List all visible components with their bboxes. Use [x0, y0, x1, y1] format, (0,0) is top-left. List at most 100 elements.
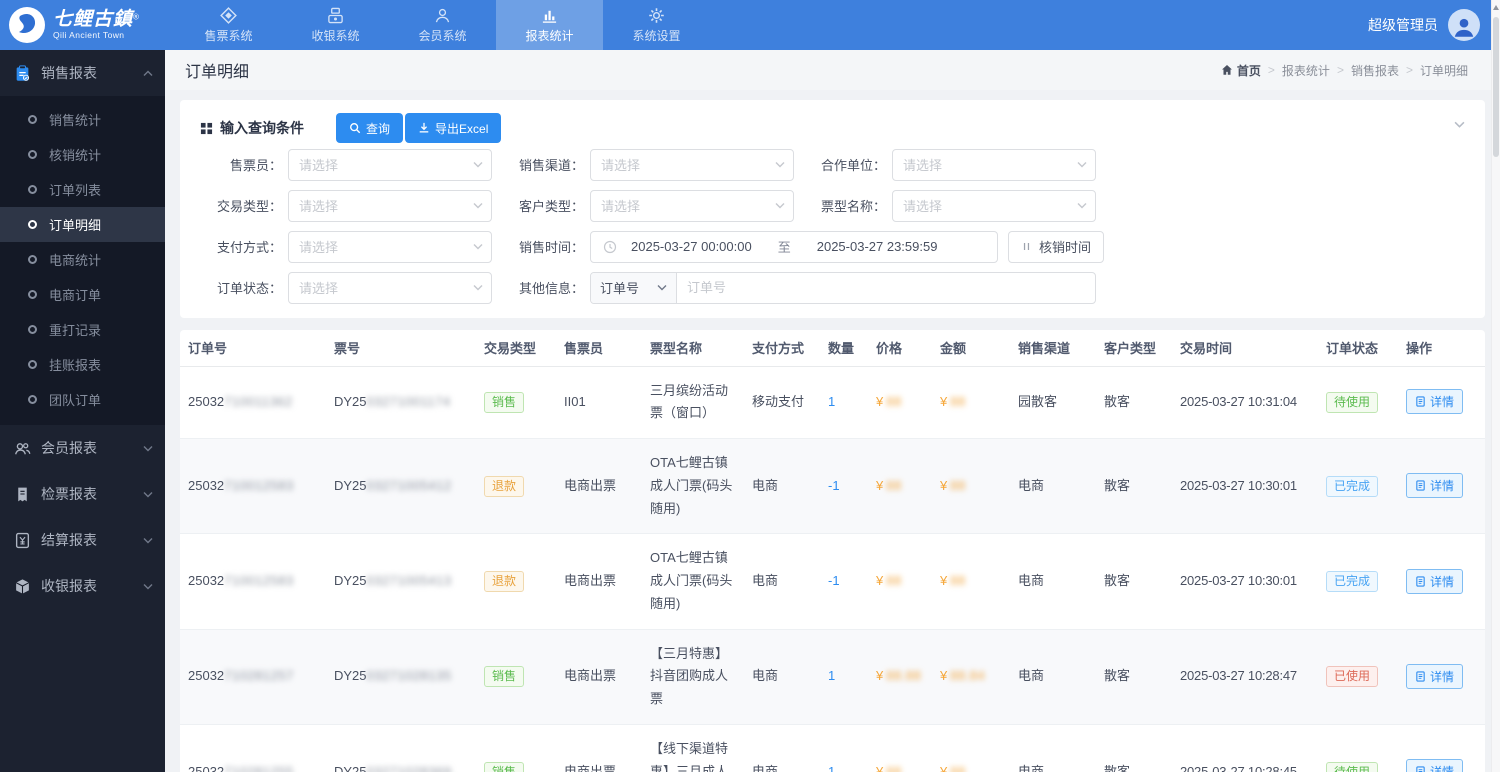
search-button[interactable]: 查询 — [336, 113, 404, 143]
cell-price: ¥88.88 — [868, 629, 932, 725]
sidebar-section-5[interactable]: 收银报表 — [0, 563, 165, 609]
breadcrumb-home[interactable]: 首页 — [1221, 62, 1261, 79]
sidebar-item-2[interactable]: 核销统计 — [0, 137, 165, 172]
order-masked: 710012583 — [224, 573, 294, 588]
quantity-value: -1 — [828, 573, 840, 588]
sidebar-section-4[interactable]: 结算报表 — [0, 517, 165, 563]
quantity-value: 1 — [828, 763, 836, 772]
bullet-icon — [28, 395, 37, 404]
order-masked: 710281255 — [224, 763, 294, 772]
detail-button[interactable]: 详情 — [1406, 473, 1464, 499]
sidebar-item-3[interactable]: 订单列表 — [0, 172, 165, 207]
cell-product-name: 【三月特惠】抖音团购成人票 — [642, 629, 744, 725]
nav-item-3[interactable]: 会员系统 — [389, 0, 496, 50]
detail-button[interactable]: 详情 — [1406, 389, 1464, 415]
sidebar-item-7[interactable]: 重打记录 — [0, 312, 165, 347]
pay-method-select[interactable]: 请选择 — [288, 230, 492, 263]
sale-time-label: 销售时间： — [518, 240, 584, 255]
cell-price: ¥88 — [868, 366, 932, 439]
sidebar-section-2[interactable]: 会员报表 — [0, 425, 165, 471]
detail-button[interactable]: 详情 — [1406, 759, 1464, 772]
nav-item-label: 售票系统 — [204, 28, 253, 43]
field-label: 销售渠道： — [518, 158, 584, 173]
nav-item-1[interactable]: 售票系统 — [175, 0, 282, 50]
sidebar: 销售报表销售统计核销统计订单列表 订单明细 电商统计 电商订单 重打记录 挂账报表 团队订单… — [0, 50, 165, 772]
sidebar-item-label: 销售统计 — [49, 113, 102, 128]
query-select-4[interactable]: 请选择 — [288, 189, 492, 222]
chevron-down-icon — [775, 202, 785, 209]
nav-item-4[interactable]: 报表统计 — [496, 0, 603, 50]
cell-customer-type: 散客 — [1096, 629, 1172, 725]
nav-item-2[interactable]: 收银系统 — [282, 0, 389, 50]
query-select-6[interactable]: 请选择 — [892, 189, 1096, 222]
order-prefix: 25032 — [188, 763, 225, 772]
table-row: 25032710012583 DY2503271005412 退款 电商出票 OTA七鲤… — [180, 438, 1485, 535]
query-field-3: 合作单位： 请选择 — [804, 148, 1106, 181]
cell-channel: 电商 — [1010, 438, 1096, 535]
bullet-icon — [28, 115, 37, 124]
cell-product-name: 【线下渠道特惠】三月成人票 — [642, 724, 744, 772]
toggle-icon — [1023, 242, 1030, 251]
currency-symbol: ¥ — [876, 477, 884, 493]
select-placeholder: 请选择 — [903, 199, 943, 214]
avatar[interactable] — [1448, 9, 1480, 41]
query-select-5[interactable]: 请选择 — [590, 189, 794, 222]
order-prefix: 25032 — [188, 477, 225, 493]
column-header: 售票员 — [556, 330, 642, 367]
currency-symbol: ¥ — [876, 573, 884, 588]
nav-item-5[interactable]: 系统设置 — [603, 0, 710, 50]
query-title: 输入查询条件 — [200, 118, 304, 138]
sidebar-item-6[interactable]: 电商订单 — [0, 277, 165, 312]
table-row: 25032710281255 DY2503271028369 销售 电商出票 【线下渠道… — [180, 724, 1485, 772]
cell-amount: ¥88 — [932, 438, 1010, 535]
sidebar-item-9[interactable]: 团队订单 — [0, 382, 165, 417]
scrollbar-thumb[interactable] — [1493, 17, 1499, 157]
cell-product-name: OTA七鲤古镇成人门票(码头随用) — [642, 533, 744, 630]
user-name[interactable]: 超级管理员 — [1368, 15, 1438, 35]
order-number-input[interactable] — [677, 272, 1095, 303]
query-buttons: 查询 导出Excel — [336, 113, 502, 143]
verify-time-button[interactable]: 核销时间 — [1008, 230, 1105, 263]
detail-button[interactable]: 详情 — [1406, 663, 1464, 689]
sidebar-item-1[interactable]: 销售统计 — [0, 102, 165, 137]
bullet-icon — [28, 185, 37, 194]
cell-amount: ¥88 — [932, 724, 1010, 772]
breadcrumb-item: 首页 — [1236, 63, 1261, 78]
query-select-2[interactable]: 请选择 — [590, 148, 794, 181]
other-info-type-select[interactable]: 订单号 — [591, 272, 677, 303]
sidebar-section-1[interactable]: 销售报表 — [0, 50, 165, 96]
menu-section: 会员报表 — [0, 425, 165, 471]
scrollbar-up-arrow[interactable] — [1492, 0, 1500, 15]
column-header: 订单号 — [180, 330, 326, 367]
cell-amount: ¥88.84 — [932, 629, 1010, 725]
brand[interactable]: 七鲤古鎮® Qili Ancient Town — [0, 0, 175, 50]
detail-button[interactable]: 详情 — [1406, 568, 1464, 594]
breadcrumb-item[interactable]: 订单明细 — [1420, 62, 1468, 79]
sale-time-range[interactable]: 2025-03-27 00:00:00 至 2025-03-27 23:59:5… — [590, 230, 998, 263]
order-status-tag: 待使用 — [1326, 761, 1379, 772]
collapse-toggle[interactable] — [1454, 116, 1465, 131]
order-status-tag: 已使用 — [1326, 666, 1379, 688]
query-select-3[interactable]: 请选择 — [892, 148, 1096, 181]
query-panel: 输入查询条件 查询 导出Excel 售票员： 请选择 销售渠道： 请选择 合作单位： 请选… — [180, 100, 1485, 318]
sidebar-item-5[interactable]: 电商统计 — [0, 242, 165, 277]
bullet-icon — [28, 290, 37, 299]
menu-section: 销售报表销售统计核销统计订单列表 订单明细 电商统计 电商订单 重打记录 挂账报表 团队订单 — [0, 50, 165, 425]
sidebar-item-8[interactable]: 挂账报表 — [0, 347, 165, 382]
sidebar-item-4[interactable]: 订单明细 — [0, 207, 165, 242]
cash-report-icon — [14, 578, 31, 595]
currency-symbol: ¥ — [940, 573, 948, 588]
quantity-value: 1 — [828, 393, 836, 409]
detail-button-label: 详情 — [1430, 669, 1455, 684]
chevron-down-icon — [775, 161, 785, 168]
query-select-1[interactable]: 请选择 — [288, 148, 492, 181]
order-status-select[interactable]: 请选择 — [288, 271, 492, 304]
bullet-icon — [28, 360, 37, 369]
breadcrumb-item[interactable]: 报表统计 — [1282, 62, 1330, 79]
export-excel-button[interactable]: 导出Excel — [405, 113, 502, 143]
sidebar-item-label: 核销统计 — [49, 148, 102, 163]
breadcrumb-item[interactable]: 销售报表 — [1351, 62, 1399, 79]
sidebar-section-3[interactable]: 检票报表 — [0, 471, 165, 517]
price-masked: 88 — [886, 477, 902, 493]
currency-symbol: ¥ — [940, 393, 948, 409]
